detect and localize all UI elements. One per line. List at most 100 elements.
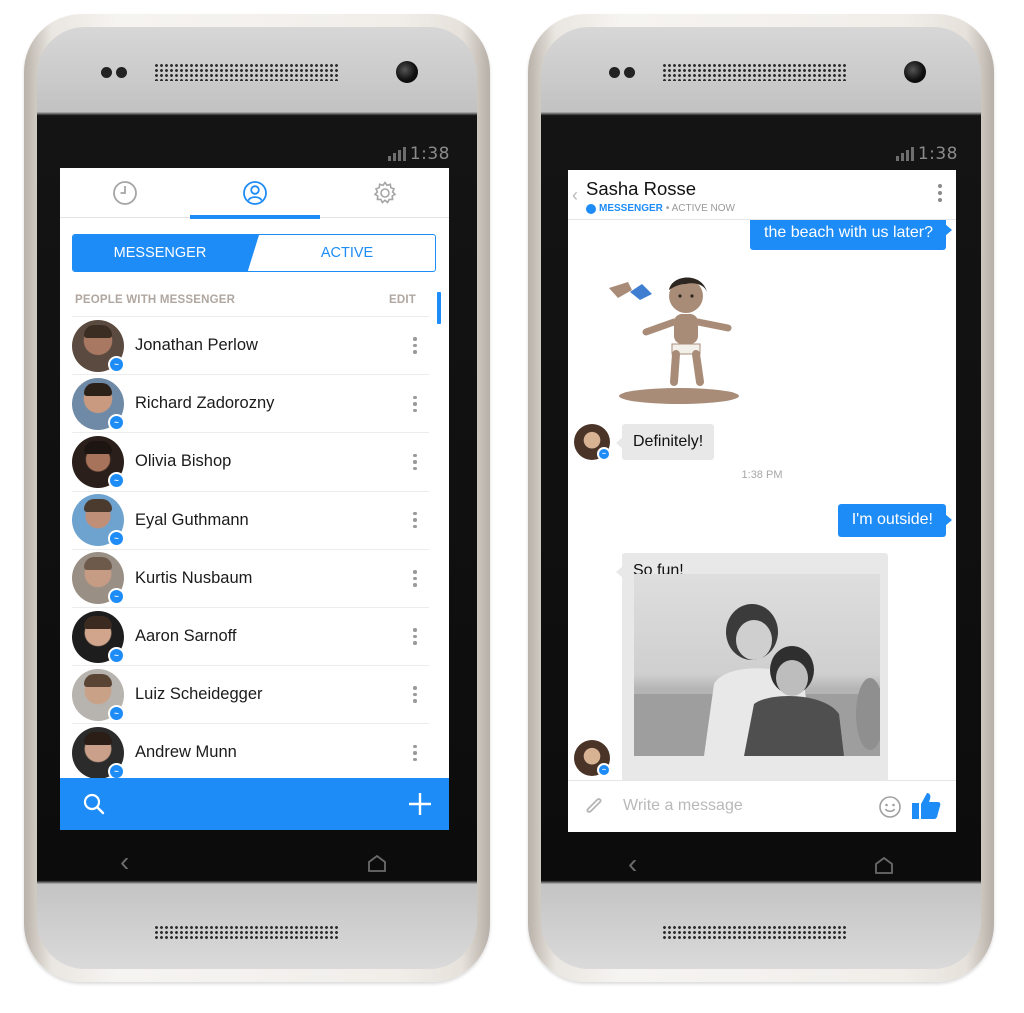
list-item[interactable]: ~ Andrew Munn bbox=[72, 723, 429, 781]
messenger-badge-icon: ~ bbox=[597, 447, 611, 461]
like-thumb-icon[interactable] bbox=[910, 790, 942, 822]
person-name: Luiz Scheidegger bbox=[135, 685, 263, 704]
messenger-badge-icon: ~ bbox=[597, 763, 611, 777]
back-chevron-icon[interactable]: ‹ bbox=[572, 185, 578, 206]
overflow-menu-icon[interactable] bbox=[409, 570, 421, 587]
person-name: Richard Zadorozny bbox=[135, 394, 275, 413]
list-item[interactable]: ~ Jonathan Perlow bbox=[72, 316, 429, 374]
home-nav-icon[interactable] bbox=[367, 854, 387, 872]
front-camera bbox=[396, 61, 418, 83]
messenger-badge-icon: ~ bbox=[108, 471, 125, 489]
status-time: 1:38 bbox=[409, 144, 450, 164]
back-nav-icon[interactable]: ‹ bbox=[628, 848, 637, 880]
person-name: Olivia Bishop bbox=[135, 452, 232, 471]
list-item[interactable]: ~ Luiz Scheidegger bbox=[72, 665, 429, 723]
overflow-menu-icon[interactable] bbox=[409, 686, 421, 703]
people-list: ~ Jonathan Perlow ~ Richard Zadorozny ~ … bbox=[72, 316, 429, 782]
section-title: PEOPLE WITH MESSENGER bbox=[75, 294, 236, 306]
app-label: MESSENGER bbox=[599, 203, 663, 214]
overflow-menu-icon[interactable] bbox=[409, 453, 421, 471]
signal-icon bbox=[895, 147, 914, 161]
clock-icon bbox=[113, 181, 137, 205]
emoji-icon[interactable] bbox=[878, 795, 902, 819]
search-icon[interactable] bbox=[82, 792, 106, 816]
messenger-badge-icon: ~ bbox=[108, 588, 125, 606]
chat-header: ‹ Sasha Rosse MESSENGER • ACTIVE NOW bbox=[568, 170, 956, 220]
overflow-menu-icon[interactable] bbox=[409, 628, 421, 645]
messenger-badge-icon: ~ bbox=[108, 704, 125, 722]
list-item[interactable]: ~ Aaron Sarnoff bbox=[72, 606, 429, 665]
incoming-message: Definitely! bbox=[615, 424, 715, 460]
tab-recent[interactable] bbox=[60, 168, 190, 218]
back-nav-icon[interactable]: ‹ bbox=[120, 846, 129, 878]
list-item[interactable]: ~ Eyal Guthmann bbox=[72, 490, 429, 549]
messenger-badge-icon: ~ bbox=[108, 530, 125, 548]
segment-control: MESSENGER ACTIVE bbox=[72, 234, 436, 272]
photo-image bbox=[634, 604, 880, 756]
edit-button[interactable]: EDIT bbox=[389, 294, 416, 306]
sensor-dot bbox=[609, 67, 620, 78]
segment-active[interactable]: ACTIVE bbox=[259, 235, 435, 271]
list-item[interactable]: ~ Olivia Bishop bbox=[72, 432, 429, 490]
plus-icon[interactable] bbox=[407, 791, 433, 817]
home-nav-icon[interactable] bbox=[874, 856, 894, 874]
scrollbar[interactable] bbox=[437, 292, 441, 324]
sensor-dot bbox=[624, 67, 635, 78]
list-item[interactable]: ~ Richard Zadorozny bbox=[72, 374, 429, 432]
overflow-menu-icon[interactable] bbox=[409, 511, 421, 529]
sticker-image bbox=[609, 277, 739, 404]
status-bar: 1:38 bbox=[387, 144, 450, 164]
avatar: ~ bbox=[72, 726, 125, 780]
front-camera bbox=[904, 61, 926, 83]
phone-left: 1:38 MESSENGER ACTIVE PEOPLE WITH MESSEN… bbox=[24, 14, 490, 982]
avatar: ~ bbox=[574, 740, 611, 777]
avatar: ~ bbox=[72, 319, 125, 373]
overflow-menu-icon[interactable] bbox=[409, 744, 421, 762]
people-screen: MESSENGER ACTIVE PEOPLE WITH MESSENGER E… bbox=[60, 168, 449, 830]
sensor-dot bbox=[101, 67, 112, 78]
tab-people[interactable] bbox=[190, 168, 320, 219]
message-input[interactable]: Write a message bbox=[623, 797, 743, 815]
chat-screen: ‹ Sasha Rosse MESSENGER • ACTIVE NOW the… bbox=[568, 170, 956, 832]
messenger-badge-icon: ~ bbox=[108, 355, 125, 373]
phone-right: 1:38 ‹ Sasha Rosse MESSENGER • ACTIVE NO… bbox=[528, 14, 994, 982]
contact-status: MESSENGER • ACTIVE NOW bbox=[586, 203, 735, 214]
avatar: ~ bbox=[72, 668, 125, 722]
active-status: • ACTIVE NOW bbox=[665, 203, 735, 214]
overflow-menu-icon[interactable] bbox=[409, 395, 421, 413]
signal-icon bbox=[387, 147, 406, 161]
avatar: ~ bbox=[72, 435, 125, 489]
avatar: ~ bbox=[72, 552, 125, 606]
messenger-badge-icon bbox=[586, 203, 596, 214]
section-header: PEOPLE WITH MESSENGER EDIT bbox=[75, 294, 416, 306]
messenger-badge-icon: ~ bbox=[108, 646, 125, 664]
segment-messenger[interactable]: MESSENGER bbox=[73, 235, 259, 271]
status-bar: 1:38 bbox=[895, 144, 958, 164]
earpiece-speaker bbox=[154, 63, 340, 81]
shared-photo[interactable] bbox=[634, 574, 880, 756]
gear-icon bbox=[373, 181, 397, 204]
bottom-speaker bbox=[154, 925, 340, 941]
tab-settings[interactable] bbox=[320, 168, 449, 218]
overflow-menu-icon[interactable] bbox=[409, 337, 421, 354]
sensor-dot bbox=[116, 67, 127, 78]
paperclip-icon[interactable] bbox=[583, 795, 605, 819]
avatar: ~ bbox=[72, 610, 125, 664]
person-name: Kurtis Nusbaum bbox=[135, 568, 253, 587]
bottom-action-bar bbox=[60, 778, 449, 830]
avatar: ~ bbox=[72, 377, 125, 431]
person-icon bbox=[243, 181, 267, 205]
person-name: Aaron Sarnoff bbox=[135, 627, 237, 646]
bottom-speaker bbox=[662, 925, 848, 941]
top-tabs bbox=[60, 168, 449, 219]
message-timestamp: 1:38 PM bbox=[741, 469, 783, 481]
messenger-badge-icon: ~ bbox=[108, 413, 125, 431]
person-name: Jonathan Perlow bbox=[135, 336, 258, 355]
contact-name[interactable]: Sasha Rosse bbox=[586, 178, 696, 200]
avatar: ~ bbox=[72, 494, 125, 548]
overflow-menu-icon[interactable] bbox=[938, 184, 942, 202]
person-name: Andrew Munn bbox=[135, 743, 237, 762]
list-item[interactable]: ~ Kurtis Nusbaum bbox=[72, 548, 429, 607]
status-time: 1:38 bbox=[917, 144, 958, 164]
message-composer: Write a message bbox=[568, 780, 956, 832]
